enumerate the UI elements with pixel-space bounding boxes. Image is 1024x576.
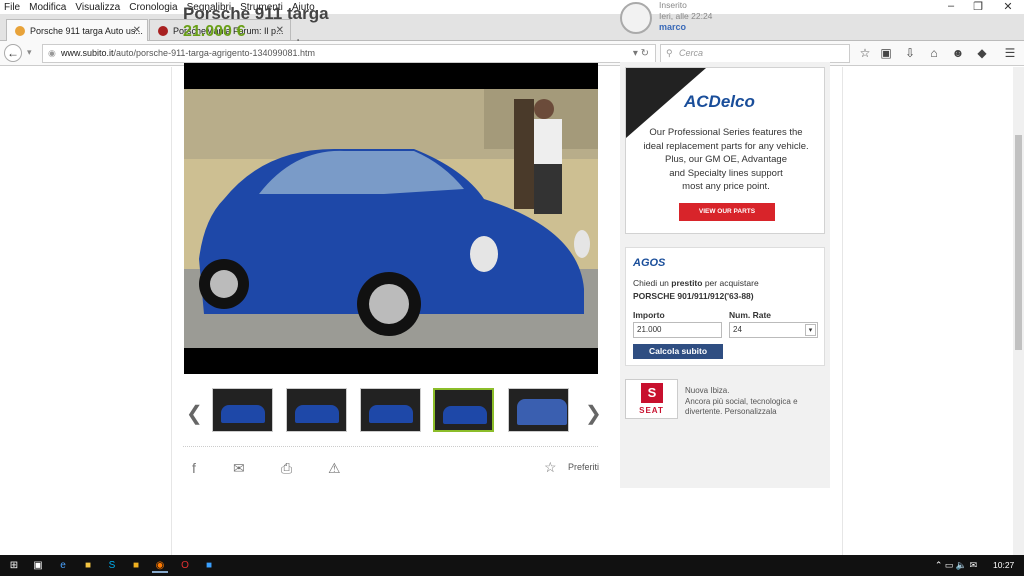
- gallery-thumbnail-selected[interactable]: [433, 388, 494, 432]
- menu-visualizza[interactable]: Visualizza: [71, 2, 125, 13]
- print-icon[interactable]: ⎙: [281, 460, 292, 477]
- seller-avatar[interactable]: [620, 2, 652, 34]
- search-input[interactable]: ⚲ Cerca: [660, 44, 850, 63]
- ad-copy-line: ideal replacement parts for any vehicle.: [643, 140, 809, 152]
- tab-bar: Porsche 911 targa Auto us... ✕ PorscheMa…: [0, 14, 1024, 50]
- extension-icon[interactable]: ◆: [974, 46, 990, 60]
- gallery-thumbnail[interactable]: [360, 388, 421, 432]
- seat-ad-text[interactable]: Nuova Ibiza. Ancora più social, tecnolog…: [685, 386, 820, 418]
- listing-title: Porsche 911 targa: [183, 4, 329, 23]
- posted-info: Inserito Ieri, alle 22:24: [659, 0, 712, 22]
- menu-modifica[interactable]: Modifica: [25, 2, 71, 13]
- home-icon[interactable]: ⌂: [926, 46, 942, 60]
- seat-logo[interactable]: S SEAT: [625, 379, 678, 419]
- loan-q-pre: Chiedi un: [633, 278, 672, 288]
- rate-value: 24: [733, 325, 742, 334]
- skype-icon[interactable]: S: [104, 558, 120, 573]
- agos-loan-widget: AGOS Chiedi un prestito per acquistare P…: [625, 247, 825, 366]
- agos-logo: AGOS: [633, 257, 666, 269]
- ad-copy-line: most any price point.: [682, 181, 770, 192]
- view-parts-button[interactable]: VIEW OUR PARTS: [679, 203, 775, 221]
- gallery-prev-icon[interactable]: ❮: [186, 401, 203, 426]
- ad-copy-line: Plus, our GM OE, Advantage: [665, 154, 787, 165]
- scrollbar-thumb[interactable]: [1015, 135, 1022, 350]
- url-path: /auto/porsche-911-targa-agrigento-134099…: [113, 48, 315, 58]
- clipboard-icon[interactable]: ▣: [878, 46, 894, 60]
- close-tab-icon[interactable]: ✕: [276, 25, 284, 36]
- loan-q-bold: prestito: [671, 278, 703, 288]
- favorite-star-icon[interactable]: ☆: [544, 459, 557, 476]
- ad-copy-line: Our Professional Series features the: [649, 127, 803, 138]
- tab-subito[interactable]: Porsche 911 targa Auto us... ✕: [6, 19, 148, 41]
- heart-favicon-icon: [158, 25, 168, 36]
- app-icon[interactable]: ■: [201, 558, 217, 573]
- rate-label: Num. Rate: [729, 310, 772, 320]
- edge-icon[interactable]: e: [55, 558, 71, 573]
- ad-copy-line: and Specialty lines support: [669, 167, 783, 179]
- main-car-photo[interactable]: [184, 63, 598, 374]
- download-icon[interactable]: ⇩: [902, 46, 918, 60]
- url-host: www.subito.it: [61, 48, 114, 58]
- subito-favicon-icon: [15, 25, 25, 36]
- chevron-down-icon[interactable]: ▾: [805, 324, 816, 336]
- seat-ad-line: divertente. Personalizzala: [685, 407, 777, 416]
- acdelco-ad[interactable]: ACDelco Our Professional Series features…: [625, 67, 825, 234]
- url-bar[interactable]: ◉ www.subito.it/auto/porsche-911-targa-a…: [42, 44, 656, 63]
- acdelco-logo: ACDelco: [684, 92, 755, 111]
- search-placeholder: Cerca: [679, 48, 704, 58]
- gallery-thumbnail[interactable]: [286, 388, 347, 432]
- bookmark-star-icon[interactable]: ☆: [857, 46, 873, 60]
- seat-wordmark: SEAT: [639, 406, 664, 415]
- facebook-icon[interactable]: f: [192, 460, 196, 476]
- warning-icon[interactable]: ⚠: [328, 460, 341, 477]
- reload-icon[interactable]: ▾ ↻: [633, 45, 649, 62]
- posted-time: Ieri, alle 22:24: [659, 11, 713, 21]
- back-arrow-icon[interactable]: ←: [4, 44, 22, 62]
- listing-price: 21.000 €: [183, 23, 246, 40]
- gallery-thumbnail[interactable]: [508, 388, 569, 432]
- taskbar: ⊞ ▣ e ■ S ■ ◉ O ■ ⌃ ▭ 🔈 ✉ 10:27: [0, 555, 1024, 576]
- close-tab-icon[interactable]: ✕: [133, 25, 141, 36]
- seat-ad-line: Ancora più social, tecnologica e: [685, 396, 798, 406]
- loan-question: Chiedi un prestito per acquistare: [633, 278, 759, 288]
- importo-input[interactable]: 21.000: [633, 322, 722, 338]
- email-icon[interactable]: ✉: [233, 460, 245, 477]
- windows-start-icon[interactable]: ⊞: [6, 558, 22, 573]
- menu-file[interactable]: File: [0, 2, 25, 13]
- favorites-link[interactable]: Preferiti: [568, 462, 599, 472]
- forward-dropdown-icon[interactable]: ▾: [27, 47, 32, 58]
- loan-model: PORSCHE 901/911/912('63-88): [633, 291, 754, 301]
- close-window-icon[interactable]: ✕: [997, 0, 1019, 13]
- opera-icon[interactable]: O: [177, 558, 193, 573]
- rate-select[interactable]: 24 ▾: [729, 322, 818, 338]
- seat-ad-line: Nuova Ibiza.: [685, 386, 730, 395]
- calcola-button[interactable]: Calcola subito: [633, 344, 723, 359]
- minimize-icon[interactable]: –: [940, 0, 962, 12]
- gallery-next-icon[interactable]: ❯: [585, 401, 602, 426]
- chat-icon[interactable]: ☻: [950, 46, 966, 60]
- hamburger-menu-icon[interactable]: ☰: [1002, 46, 1018, 60]
- tray-icons[interactable]: ⌃ ▭ 🔈 ✉: [926, 558, 986, 573]
- menu-bar: File Modifica Visualizza Cronologia Segn…: [0, 0, 1024, 14]
- tab-label: Porsche 911 targa Auto us...: [30, 25, 143, 36]
- menu-cronologia[interactable]: Cronologia: [125, 2, 182, 13]
- seller-name-link[interactable]: marco: [659, 22, 686, 32]
- sticky-notes-icon[interactable]: ■: [128, 558, 144, 573]
- loan-q-post: per acquistare: [702, 278, 759, 288]
- file-explorer-icon[interactable]: ■: [80, 558, 96, 573]
- search-icon: ⚲: [666, 48, 673, 58]
- importo-label: Importo: [633, 310, 665, 320]
- posted-label: Inserito: [659, 0, 687, 10]
- globe-icon: ◉: [48, 48, 56, 58]
- restore-icon[interactable]: ❐: [967, 0, 989, 13]
- ad-copy: Our Professional Series features the ide…: [626, 126, 824, 194]
- task-view-icon[interactable]: ▣: [30, 558, 46, 573]
- divider: [183, 446, 598, 447]
- gallery-thumbnail[interactable]: [212, 388, 273, 432]
- firefox-icon[interactable]: ◉: [152, 558, 168, 573]
- clock[interactable]: 10:27: [993, 560, 1014, 570]
- seat-s-icon: S: [641, 383, 663, 403]
